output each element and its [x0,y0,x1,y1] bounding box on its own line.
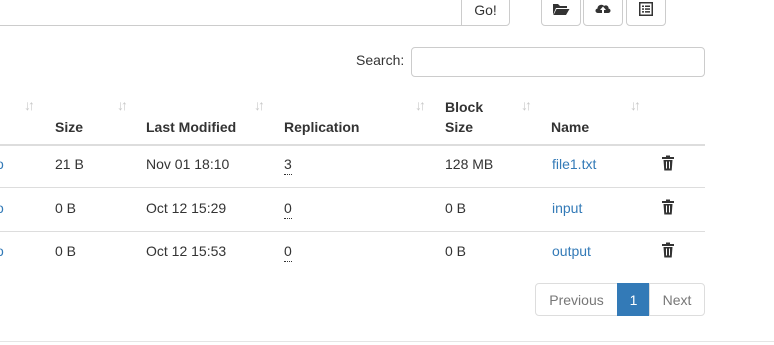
cell-last-modified: Nov 01 18:10 [146,156,230,172]
sort-icon[interactable]: ↓↑ [415,97,426,113]
sort-icon[interactable]: ↓↑ [630,97,641,113]
folder-open-icon [552,2,570,19]
search-input[interactable] [411,47,705,77]
cell-size: 0 B [55,243,77,259]
trash-icon[interactable] [661,155,675,171]
file-name-link[interactable]: input [552,198,582,218]
header-divider [0,144,705,146]
sort-icon[interactable]: ↓↑ [254,97,265,113]
list-view-button[interactable] [626,0,666,26]
row-truncated-cell: o [0,198,4,218]
cell-replication[interactable]: 3 [284,154,292,175]
header-name[interactable]: Name [551,117,589,137]
cell-last-modified: Oct 12 15:29 [146,200,227,216]
file-name-link[interactable]: output [552,241,591,261]
next-page-button[interactable]: Next [649,283,705,316]
row-truncated-cell: o [0,241,4,261]
cell-last-modified: Oct 12 15:53 [146,243,227,259]
cell-size: 21 B [55,156,84,172]
header-block-size-line2[interactable]: Size [445,117,473,137]
footer-divider [0,341,774,342]
cell-size: 0 B [55,200,77,216]
header-replication[interactable]: Replication [284,117,359,137]
trash-icon[interactable] [661,242,675,258]
row-divider [0,187,705,188]
path-input[interactable] [0,0,462,26]
browse-folder-button[interactable] [541,0,581,26]
previous-page-button[interactable]: Previous [535,283,618,316]
row-truncated-cell: o [0,154,4,174]
cell-block-size: 0 B [445,243,467,259]
cell-block-size: 0 B [445,200,467,216]
header-last-modified[interactable]: Last Modified [146,117,236,137]
row-divider [0,231,705,232]
go-button[interactable]: Go! [461,0,510,26]
cell-block-size: 128 MB [445,156,494,172]
cell-replication[interactable]: 0 [284,241,292,262]
header-size[interactable]: Size [55,117,83,137]
header-block-size-line1[interactable]: Block [445,97,483,117]
file-name-link[interactable]: file1.txt [552,154,596,174]
sort-icon[interactable]: ↓↑ [24,97,35,113]
trash-icon[interactable] [661,199,675,215]
search-label: Search: [356,52,405,68]
upload-button[interactable] [583,0,623,26]
list-alt-icon [639,1,653,19]
cell-replication[interactable]: 0 [284,198,292,219]
sort-icon[interactable]: ↓↑ [117,97,128,113]
page-1-button[interactable]: 1 [617,283,650,316]
sort-icon[interactable]: ↓↑ [521,97,532,113]
cloud-upload-icon [594,1,612,20]
